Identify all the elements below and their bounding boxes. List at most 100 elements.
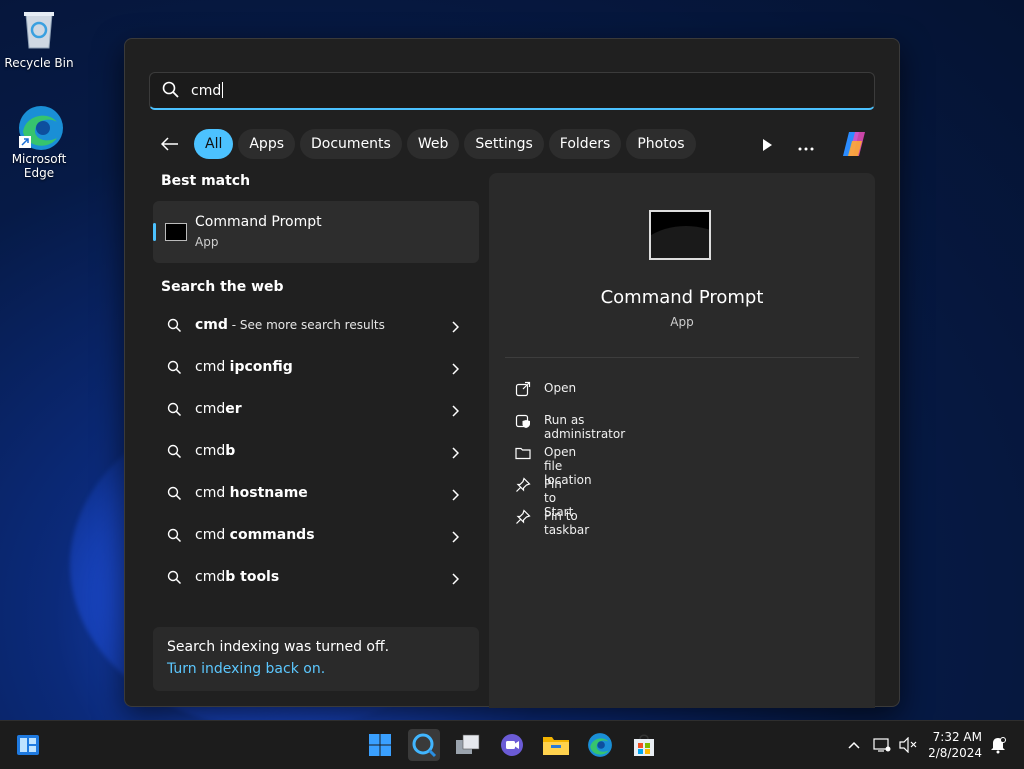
- results-list: Best match Command Prompt App Search the…: [153, 173, 479, 599]
- web-suggestion-item[interactable]: cmd commands: [153, 515, 479, 557]
- indexing-notice-text: Search indexing was turned off.: [167, 639, 390, 655]
- search-icon: [167, 318, 182, 337]
- divider: [505, 357, 859, 358]
- search-icon: [412, 733, 437, 758]
- video-chat-icon: [501, 734, 523, 756]
- selection-indicator: [153, 223, 156, 241]
- filter-folders[interactable]: Folders: [548, 129, 622, 159]
- more-options-button[interactable]: [797, 137, 815, 156]
- copilot-icon: [843, 132, 865, 156]
- task-view-button[interactable]: [452, 729, 484, 761]
- preview-subtitle: App: [670, 315, 694, 329]
- filter-bar: All Apps Documents Web Settings Folders …: [155, 127, 696, 161]
- web-suggestion-item[interactable]: cmdb tools: [153, 557, 479, 599]
- edge-icon: [17, 104, 63, 150]
- chat-button[interactable]: [496, 729, 528, 761]
- clock[interactable]: 7:32 AM 2/8/2024: [928, 729, 982, 761]
- search-panel: cmd All Apps Documents Web Settings Fold…: [124, 38, 900, 708]
- web-suggestion-text: cmd commands: [195, 527, 315, 543]
- notifications-button[interactable]: [984, 729, 1012, 761]
- pin-icon: [515, 477, 531, 497]
- web-suggestion-text: cmdb tools: [195, 569, 280, 585]
- file-explorer-button[interactable]: [540, 729, 572, 761]
- shield-admin-icon: [515, 413, 531, 433]
- chevron-right-icon: [451, 402, 460, 421]
- command-prompt-icon: [165, 223, 187, 241]
- desktop-icon-label: Microsoft Edge: [11, 152, 67, 180]
- filter-web[interactable]: Web: [406, 129, 460, 159]
- web-suggestion-text: cmd hostname: [195, 485, 308, 501]
- edge-taskbar-button[interactable]: [584, 729, 616, 761]
- search-tools: [761, 129, 869, 163]
- search-icon: [167, 402, 182, 421]
- show-hidden-icons-button[interactable]: [840, 729, 868, 761]
- search-box[interactable]: cmd: [149, 72, 875, 110]
- search-icon: [167, 570, 182, 589]
- desktop-icon-recycle-bin[interactable]: Recycle Bin: [1, 8, 77, 70]
- filter-photos[interactable]: Photos: [626, 129, 696, 159]
- widgets-button[interactable]: [12, 729, 44, 761]
- start-button[interactable]: [364, 729, 396, 761]
- chevron-right-icon: [451, 528, 460, 547]
- windows-logo-icon: [369, 734, 391, 756]
- web-heading: Search the web: [161, 279, 284, 295]
- pin-icon: [515, 509, 531, 529]
- edge-icon: [588, 733, 612, 757]
- web-suggestion-item[interactable]: cmder: [153, 389, 479, 431]
- network-button[interactable]: [868, 729, 896, 761]
- copilot-button[interactable]: [839, 129, 869, 163]
- clock-time: 7:32 AM: [932, 730, 982, 744]
- web-suggestions: cmd - See more search results cmd ipconf…: [153, 305, 479, 599]
- filter-all[interactable]: All: [194, 129, 234, 159]
- arrow-left-icon: [161, 137, 178, 151]
- web-suggestion-text: cmd ipconfig: [195, 359, 293, 375]
- search-icon: [167, 444, 182, 463]
- search-icon: [167, 486, 182, 505]
- web-suggestion-text: cmd - See more search results: [195, 317, 385, 333]
- web-suggestion-item[interactable]: cmd ipconfig: [153, 347, 479, 389]
- filter-settings[interactable]: Settings: [464, 129, 544, 159]
- taskbar: 7:32 AM 2/8/2024: [0, 720, 1024, 769]
- web-suggestion-text: cmdb: [195, 443, 236, 459]
- web-suggestion-item[interactable]: cmd hostname: [153, 473, 479, 515]
- preview-title: Command Prompt: [600, 287, 764, 308]
- web-suggestion-item[interactable]: cmd - See more search results: [153, 305, 479, 347]
- chevron-right-icon: [451, 318, 460, 337]
- turn-indexing-on-link[interactable]: Turn indexing back on.: [167, 661, 325, 677]
- folder-icon: [543, 737, 569, 755]
- task-view-icon: [456, 734, 480, 754]
- more-filters-button[interactable]: [761, 137, 773, 156]
- command-prompt-large-icon: [649, 210, 711, 260]
- search-input[interactable]: cmd: [191, 82, 224, 99]
- indexing-notice: Search indexing was turned off. Turn ind…: [153, 627, 479, 691]
- volume-button[interactable]: [894, 729, 922, 761]
- play-icon: [763, 138, 772, 151]
- search-icon: [167, 528, 182, 547]
- web-suggestion-item[interactable]: cmdb: [153, 431, 479, 473]
- chevron-right-icon: [451, 486, 460, 505]
- chevron-right-icon: [451, 360, 460, 379]
- desktop-icon-label: Recycle Bin: [4, 56, 74, 70]
- clock-date: 2/8/2024: [928, 746, 982, 760]
- chevron-up-icon: [848, 741, 860, 749]
- best-match-item[interactable]: Command Prompt App: [153, 201, 479, 263]
- preview-pane: Command Prompt App Open Run as administr…: [489, 173, 875, 708]
- search-icon: [167, 360, 182, 379]
- network-disconnected-icon: [873, 738, 891, 752]
- filter-apps[interactable]: Apps: [238, 129, 296, 159]
- best-match-title: Command Prompt: [195, 214, 322, 230]
- recycle-bin-icon: [17, 8, 61, 52]
- store-icon: [634, 734, 654, 756]
- volume-muted-icon: [899, 737, 917, 753]
- store-button[interactable]: [628, 729, 660, 761]
- notification-bell-icon: [991, 737, 1006, 754]
- back-button[interactable]: [155, 129, 185, 159]
- folder-icon: [515, 445, 531, 465]
- desktop-icon-edge[interactable]: Microsoft Edge: [1, 104, 77, 180]
- filter-documents[interactable]: Documents: [300, 129, 402, 159]
- best-match-subtitle: App: [195, 235, 219, 249]
- search-taskbar-button[interactable]: [408, 729, 440, 761]
- ellipsis-icon: [798, 147, 814, 150]
- widgets-icon: [17, 735, 39, 755]
- web-suggestion-text: cmder: [195, 401, 242, 417]
